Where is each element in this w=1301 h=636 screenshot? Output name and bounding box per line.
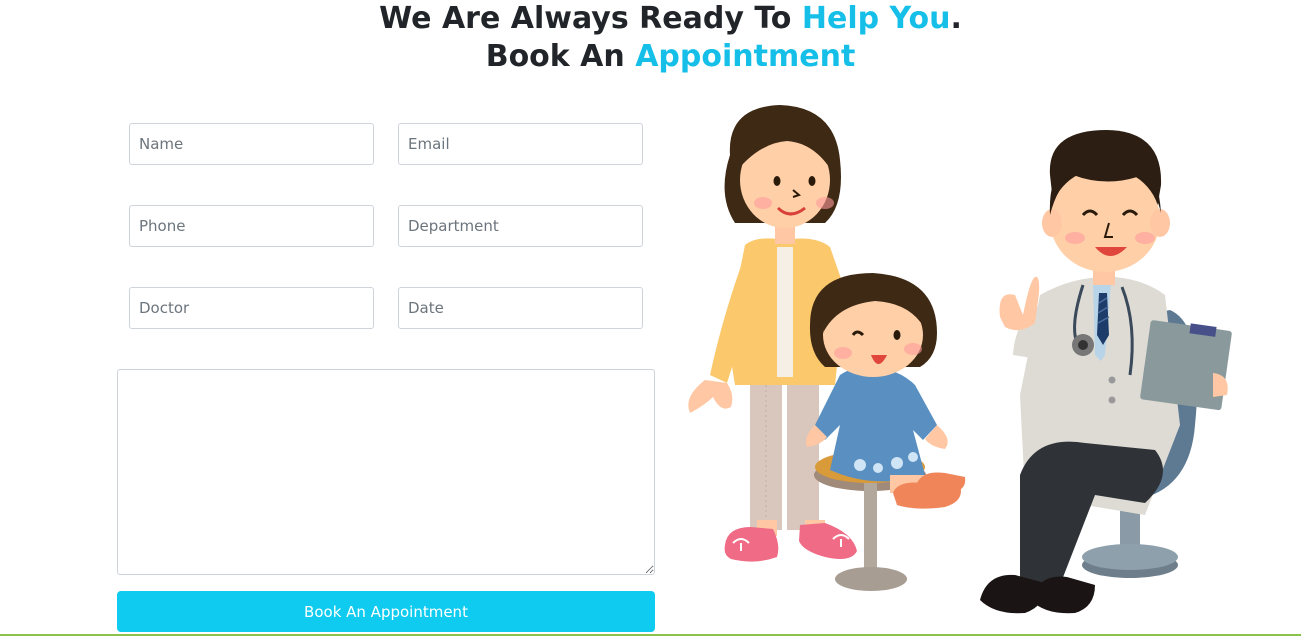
phone-input[interactable] bbox=[129, 205, 374, 247]
date-input[interactable] bbox=[398, 287, 643, 329]
heading-line-1-period: . bbox=[950, 1, 962, 36]
heading-highlight-appointment: Appointment bbox=[635, 39, 856, 74]
heading-line-1-text: We Are Always Ready To bbox=[379, 1, 802, 36]
page-heading: We Are Always Ready To Help You. Book An… bbox=[0, 0, 1301, 76]
heading-line-1: We Are Always Ready To Help You. bbox=[0, 0, 1301, 38]
doctor-figure bbox=[980, 130, 1232, 614]
email-input[interactable] bbox=[398, 123, 643, 165]
doctor-family-illustration bbox=[688, 105, 1232, 614]
department-input[interactable] bbox=[398, 205, 643, 247]
book-appointment-button[interactable]: Book An Appointment bbox=[117, 591, 655, 632]
heading-line-2-text: Book An bbox=[485, 39, 636, 74]
heading-highlight-help: Help You bbox=[801, 1, 951, 36]
heading-line-2: Book An Appointment bbox=[0, 38, 1301, 76]
name-input[interactable] bbox=[129, 123, 374, 165]
message-textarea[interactable] bbox=[117, 369, 655, 575]
doctor-input[interactable] bbox=[129, 287, 374, 329]
